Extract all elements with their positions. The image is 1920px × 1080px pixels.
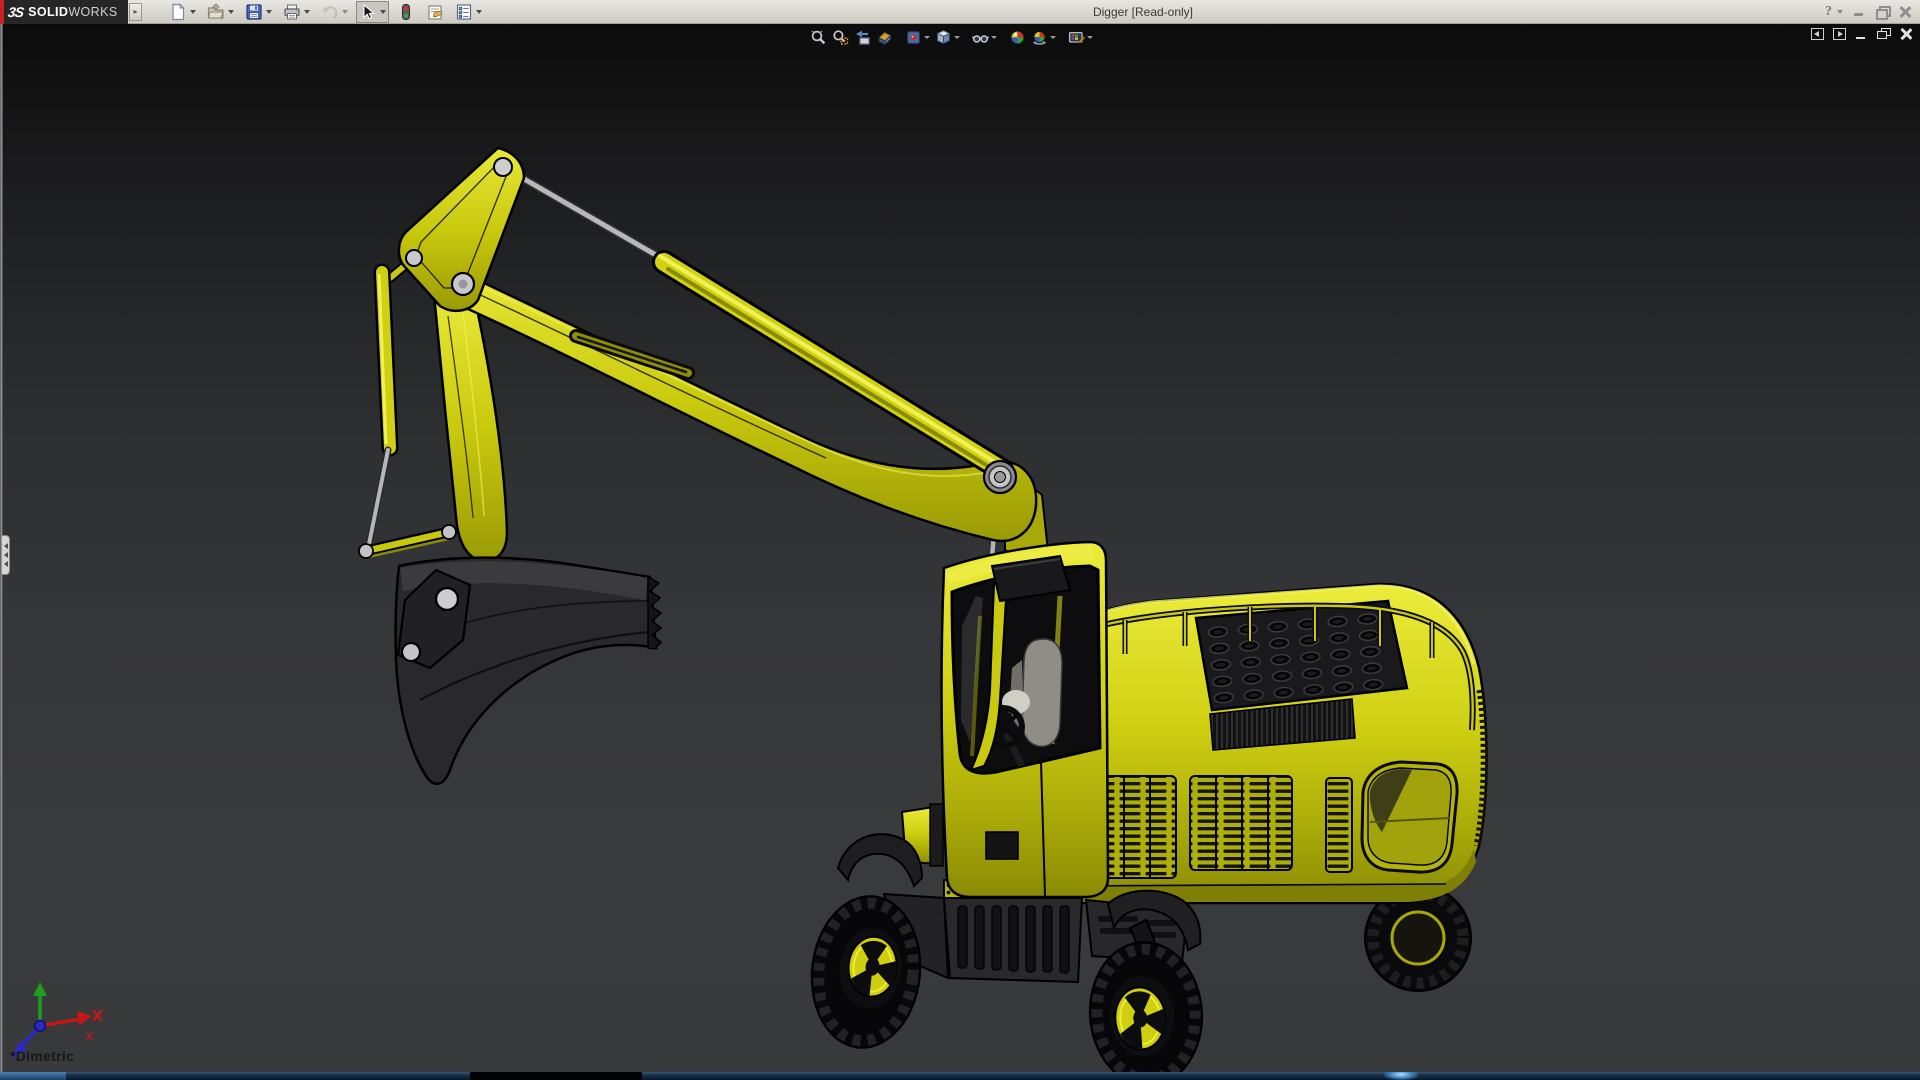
section-view-icon (876, 29, 893, 46)
taskbar-edge[interactable] (0, 1072, 1920, 1080)
apply-scene-dropdown-arrow[interactable] (1050, 36, 1056, 39)
document-close-icon[interactable] (1899, 28, 1912, 40)
select-dropdown-arrow[interactable] (380, 10, 386, 14)
traffic-light-icon (397, 3, 415, 21)
previous-view-button[interactable] (854, 29, 871, 46)
brand-name-light: WORKS (68, 5, 117, 19)
open-button[interactable] (204, 1, 237, 23)
taskbar-button-shadow (470, 1072, 642, 1080)
x-axis-label: X (86, 1031, 94, 1043)
window-controls: ? (1825, 0, 1912, 24)
undo-dropdown-arrow[interactable] (342, 10, 348, 14)
logo-red-strip (0, 0, 4, 24)
brand-name-bold: SOLID (28, 5, 68, 19)
document-minimize-icon[interactable] (1855, 28, 1868, 40)
print-icon (283, 3, 301, 21)
undo-button[interactable] (318, 1, 351, 23)
dock-right-icon[interactable] (1833, 28, 1846, 40)
save-button[interactable] (242, 1, 275, 23)
save-floppy-icon (245, 3, 263, 21)
section-view-button[interactable] (876, 29, 893, 46)
glasses-icon (972, 29, 989, 46)
view-cube-icon (935, 29, 952, 46)
front-right-wheel (1085, 938, 1207, 1072)
new-dropdown-arrow[interactable] (190, 10, 196, 14)
help-icon[interactable]: ? (1825, 4, 1832, 20)
view-settings-icon (1068, 29, 1085, 46)
graphics-viewport[interactable]: X (0, 24, 1920, 1072)
annotation-views-dropdown-arrow[interactable] (924, 36, 930, 39)
save-dropdown-arrow[interactable] (266, 10, 272, 14)
heads-up-view-toolbar (810, 27, 1093, 47)
feature-manager-flyout-tab[interactable] (2, 535, 10, 575)
zoom-area-icon (832, 29, 849, 46)
appearance-ball-icon (1009, 29, 1026, 46)
options-button[interactable] (452, 1, 485, 23)
rebuild-button[interactable] (394, 1, 418, 23)
collapse-arrow-icon (4, 561, 8, 567)
open-dropdown-arrow[interactable] (228, 10, 234, 14)
file-properties-button[interactable] (423, 1, 447, 23)
window-title: Digger [Read-only] (1063, 0, 1223, 24)
close-icon[interactable] (1898, 5, 1912, 19)
undo-arrow-icon (321, 3, 339, 21)
zoom-fit-icon (810, 29, 827, 46)
apply-scene-button[interactable] (1031, 29, 1056, 46)
restore-icon[interactable] (1875, 5, 1889, 19)
scene-ball-icon (1031, 29, 1048, 46)
select-cursor-icon (359, 3, 377, 21)
cab (902, 542, 1108, 897)
file-properties-icon (426, 3, 444, 21)
edit-appearance-button[interactable] (1009, 29, 1026, 46)
help-dropdown-arrow[interactable] (1837, 10, 1843, 14)
zoom-to-fit-button[interactable] (810, 29, 827, 46)
collapse-arrow-icon (4, 543, 8, 549)
taskbar-highlight (1384, 1072, 1418, 1080)
dock-left-icon[interactable] (1811, 28, 1824, 40)
options-checklist-icon (455, 3, 473, 21)
solidworks-logo: 3S SOLIDWORKS (0, 0, 128, 24)
menu-expand-button[interactable]: ▸ (129, 3, 142, 21)
new-document-icon (169, 3, 187, 21)
view-orientation-button[interactable] (935, 29, 960, 46)
view-orientation-dropdown-arrow[interactable] (954, 36, 960, 39)
hide-show-dropdown-arrow[interactable] (991, 36, 997, 39)
options-dropdown-arrow[interactable] (476, 10, 482, 14)
view-settings-dropdown-arrow[interactable] (1087, 36, 1093, 39)
select-tool-button[interactable] (356, 1, 389, 23)
view-settings-button[interactable] (1068, 29, 1093, 46)
main-toolbar (166, 1, 485, 23)
title-bar: 3S SOLIDWORKS ▸ (0, 0, 1920, 24)
new-document-button[interactable] (166, 1, 199, 23)
zoom-to-area-button[interactable] (832, 29, 849, 46)
rear-window (1362, 762, 1457, 872)
open-folder-icon (207, 3, 225, 21)
hide-show-items-button[interactable] (972, 29, 997, 46)
ds-logo-mark: 3S (7, 4, 24, 20)
collapse-arrow-icon (4, 552, 8, 558)
excavator-model: X (0, 24, 1920, 1072)
annotation-views-button[interactable] (905, 29, 930, 46)
previous-view-icon (854, 29, 871, 46)
annotation-views-icon (905, 29, 922, 46)
print-dropdown-arrow[interactable] (304, 10, 310, 14)
taskbar-start-edge (0, 1072, 66, 1080)
print-button[interactable] (280, 1, 313, 23)
document-window-controls (1811, 28, 1912, 40)
document-restore-icon[interactable] (1877, 28, 1890, 40)
reference-triad: X (12, 982, 102, 1058)
view-orientation-label: *Dimetric (10, 1048, 74, 1064)
minimize-icon[interactable] (1852, 5, 1866, 19)
